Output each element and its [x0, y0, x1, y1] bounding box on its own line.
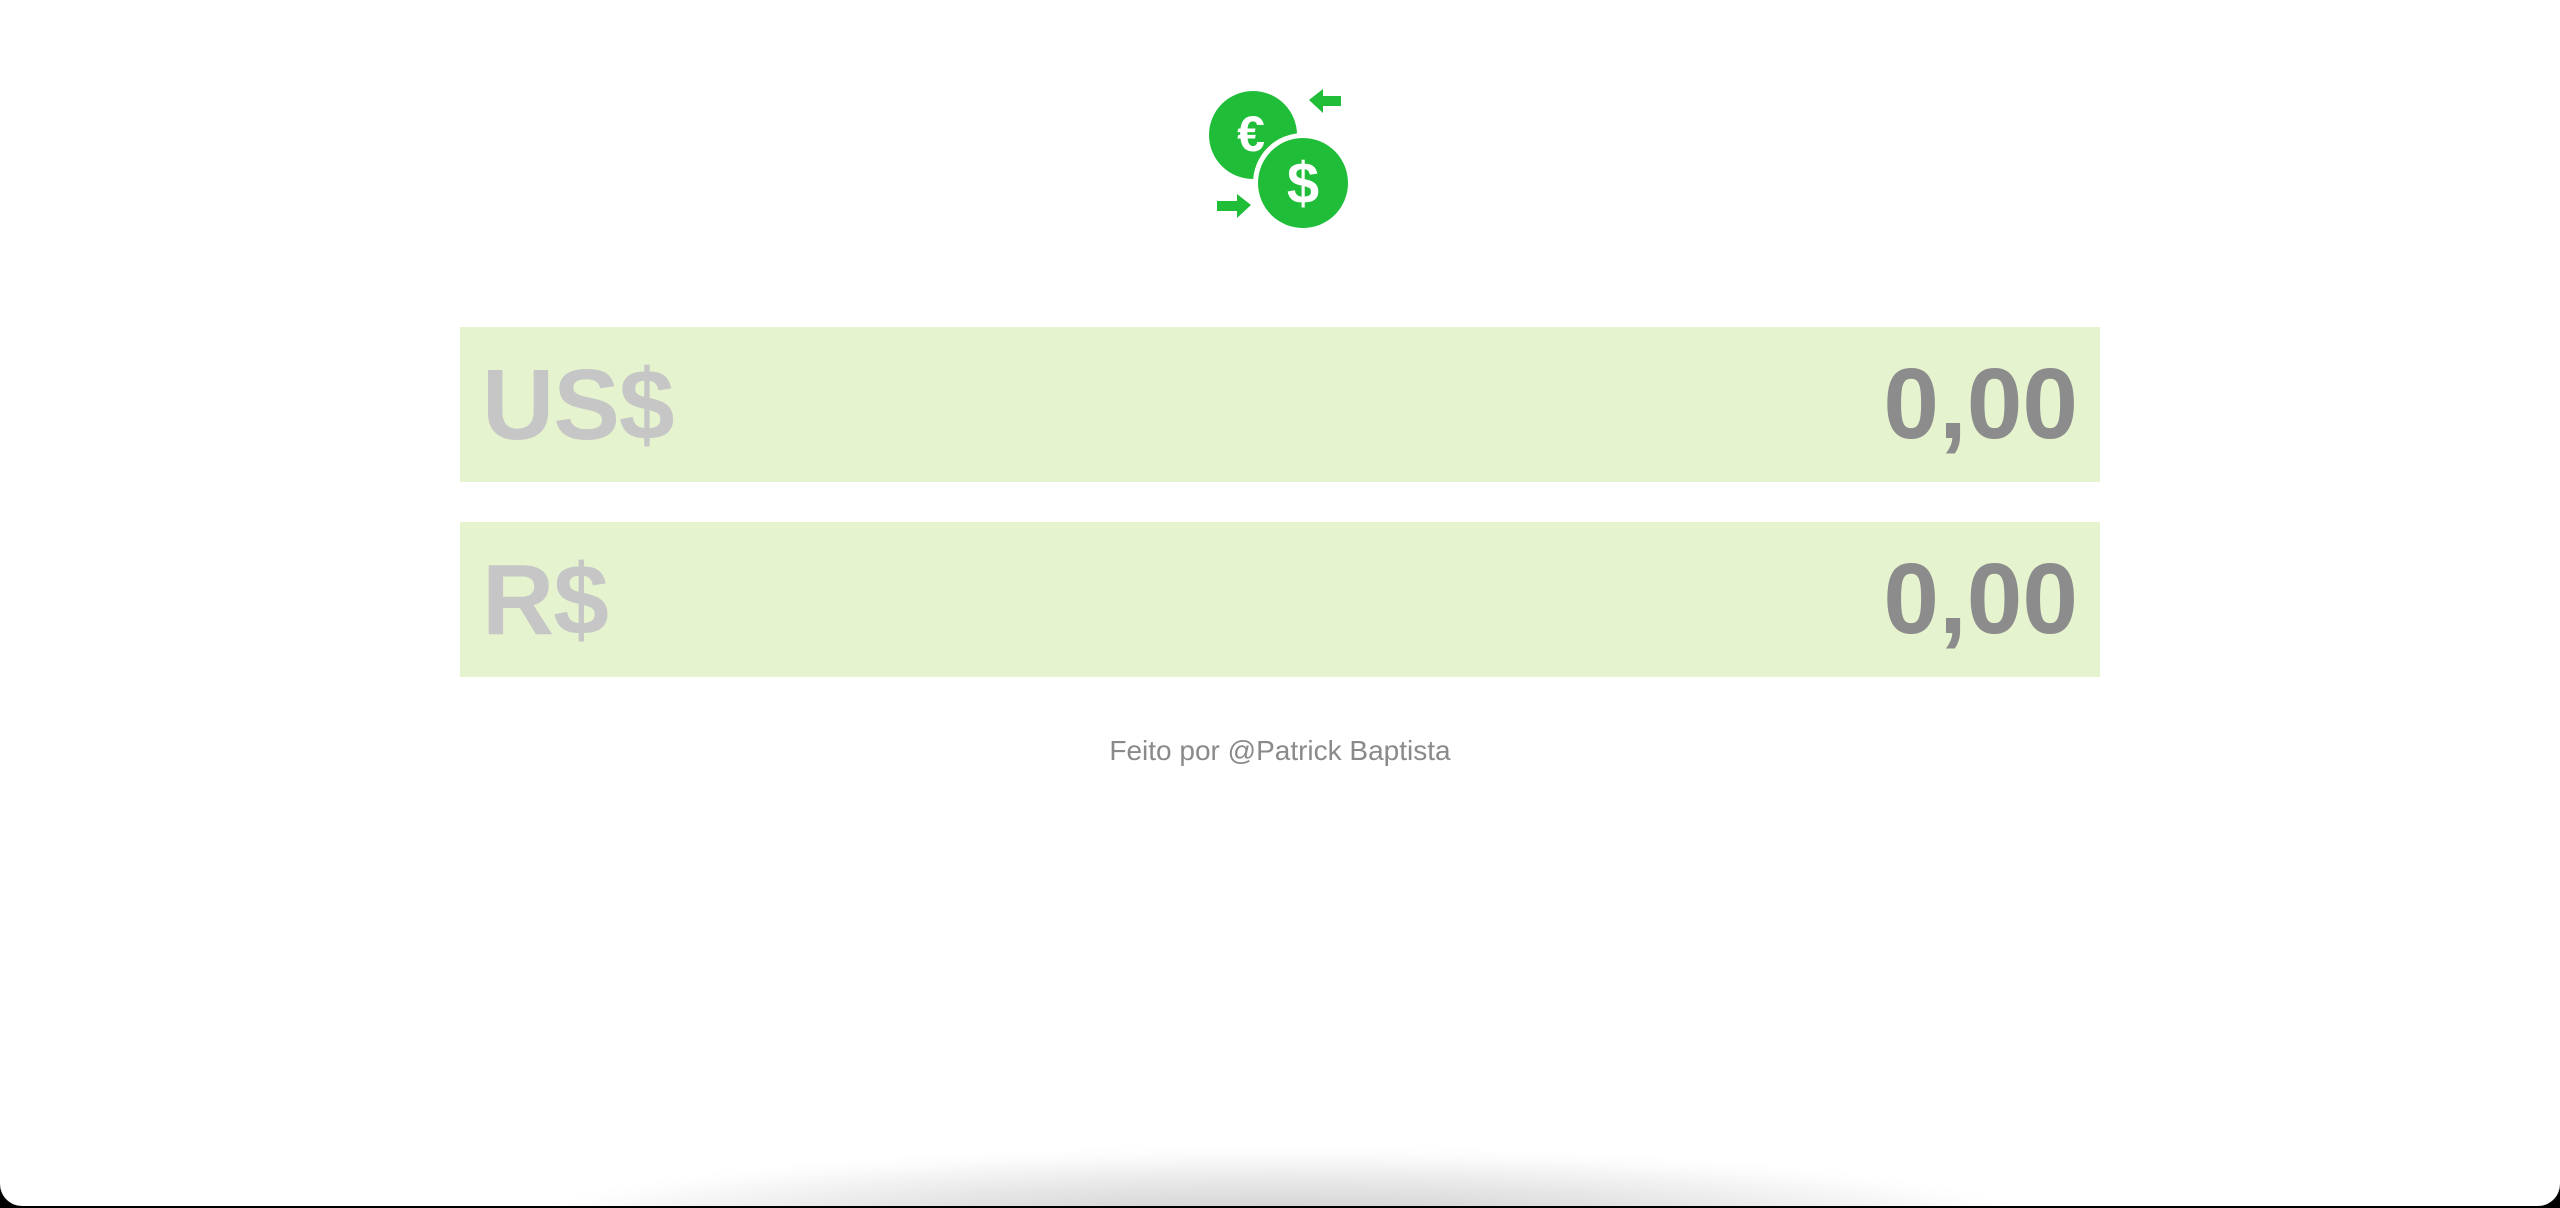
brl-amount-input[interactable] [1378, 542, 2078, 657]
usd-field-row[interactable]: US$ [460, 327, 2100, 482]
author-credit: Feito por @Patrick Baptista [1109, 735, 1451, 766]
currency-exchange-icon: € $ [1209, 89, 1353, 233]
app-window: € $ US$ R$ Feito por @Patrick Baptista [0, 0, 2560, 1206]
svg-text:$: $ [1287, 151, 1319, 216]
usd-amount-input[interactable] [1378, 347, 2078, 462]
svg-text:€: € [1237, 106, 1265, 162]
bottom-shadow-decoration [500, 1150, 2060, 1206]
brl-field-row[interactable]: R$ [460, 522, 2100, 677]
usd-currency-label: US$ [482, 348, 675, 461]
brl-currency-label: R$ [482, 543, 609, 656]
